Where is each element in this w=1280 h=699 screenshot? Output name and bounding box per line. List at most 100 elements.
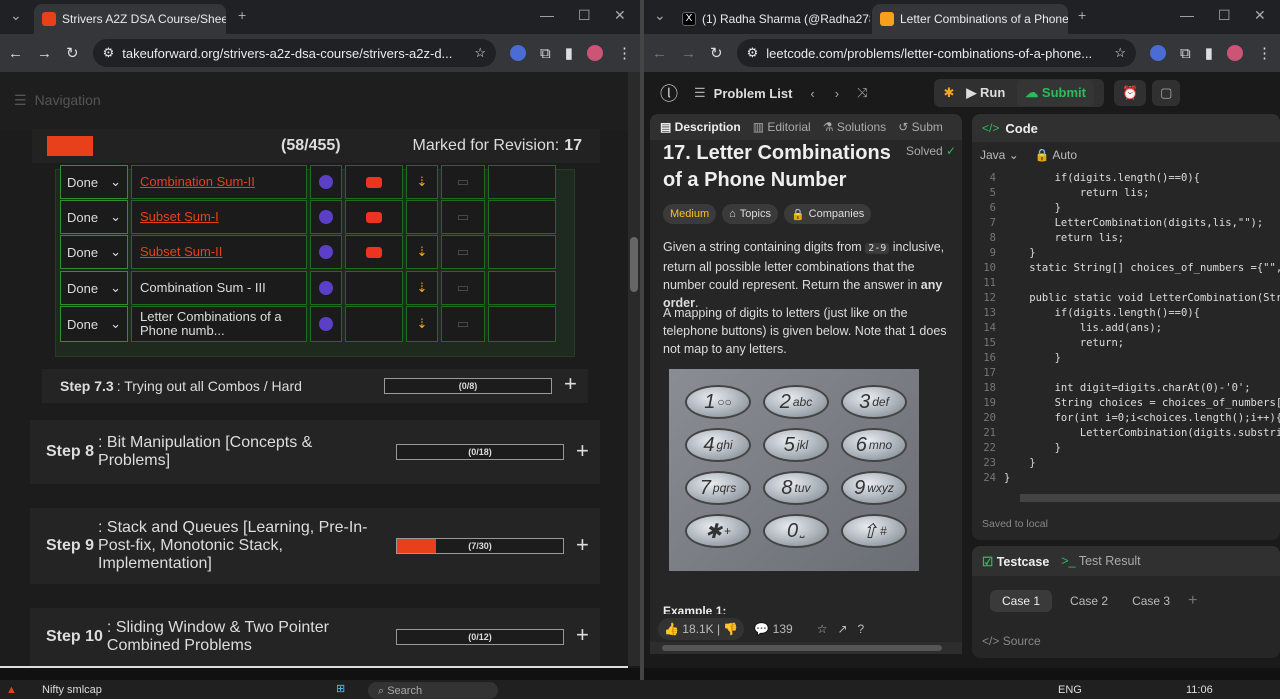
article-link[interactable] [310,165,342,199]
language-select[interactable]: Java ⌄ [980,148,1019,162]
tab-submissions[interactable]: ↺ Subm [898,120,943,134]
new-tab-icon[interactable]: + [1078,7,1086,23]
forward-icon[interactable]: → [681,45,696,62]
debug-icon[interactable]: ✱ [944,85,955,101]
minimize-icon[interactable]: — [1180,7,1194,23]
extensions-puzzle-icon[interactable]: ⧉ [1180,45,1191,62]
notes-icon[interactable]: ▢ [1152,80,1181,106]
next-problem-icon[interactable]: › [835,86,839,101]
tab-search-icon[interactable]: ⌄ [10,7,22,24]
tab-test-result[interactable]: >_ Test Result [1061,554,1140,568]
windows-start-icon[interactable]: ⊞ [336,682,345,695]
revision-cell[interactable] [488,306,556,342]
status-select[interactable]: Done ⌄ [60,235,128,269]
revision-cell[interactable] [488,271,556,305]
timer-icon[interactable]: ⏰ [1113,80,1147,106]
tab-testcase[interactable]: ☑ Testcase [982,554,1049,569]
source-link[interactable]: </> Source [982,634,1041,648]
stock-widget[interactable]: Nifty smlcap [42,684,102,696]
scroll-thumb[interactable] [630,237,638,292]
tab-leetcode[interactable]: Letter Combinations of a Phone ✕ [872,4,1068,34]
shuffle-icon[interactable]: ⤨ [857,85,867,101]
maximize-icon[interactable]: ☐ [1218,7,1231,24]
url-field[interactable]: ⚙ leetcode.com/problems/letter-combinati… [736,39,1137,67]
run-button[interactable]: ▶ Run [966,85,1005,101]
article-link[interactable] [310,200,342,234]
note-cell[interactable]: ▭ [441,306,485,342]
back-icon[interactable]: ← [652,45,667,62]
step-9[interactable]: Step 9 : Stack and Queues [Learning, Pre… [30,508,600,584]
note-cell[interactable]: ▭ [441,271,485,305]
maximize-icon[interactable]: ☐ [578,7,591,24]
h-scroll-thumb[interactable] [662,645,942,651]
back-icon[interactable]: ← [8,45,23,62]
status-select[interactable]: Done ⌄ [60,271,128,305]
youtube-link[interactable] [345,200,403,234]
practice-link[interactable]: ⇣ [406,306,438,342]
practice-link[interactable] [406,200,438,234]
side-panel-icon[interactable]: ▮ [1205,44,1213,62]
close-window-icon[interactable]: ✕ [1254,7,1266,24]
topics-badge[interactable]: ⌂ Topics [722,204,778,224]
youtube-link[interactable] [345,165,403,199]
tab-twitter[interactable]: X (1) Radha Sharma (@Radha278 ✕ [674,4,870,34]
note-cell[interactable]: ▭ [441,165,485,199]
menu-kebab-icon[interactable]: ⋮ [617,44,632,62]
extension-icon[interactable] [510,45,527,61]
article-link[interactable] [310,306,342,342]
menu-kebab-icon[interactable]: ⋮ [1257,44,1272,62]
comments-button[interactable]: 💬 139 [754,622,792,636]
minimize-icon[interactable]: — [540,7,554,23]
like-button[interactable]: 👍 18.1K | 👎 [658,618,745,640]
profile-avatar[interactable] [587,45,603,61]
vertical-scrollbar[interactable] [628,72,640,666]
leetcode-logo-icon[interactable]: ⓛ [660,80,678,106]
expand-plus-icon[interactable]: + [576,532,589,558]
site-info-icon[interactable]: ⚙ [747,45,759,61]
bookmark-star-icon[interactable]: ☆ [474,45,486,61]
submit-button[interactable]: ☁ Submit [1017,80,1094,106]
status-select[interactable]: Done ⌄ [60,306,128,342]
practice-link[interactable]: ⇣ [406,271,438,305]
expand-plus-icon[interactable]: + [576,438,589,464]
problem-list-link[interactable]: Problem List [714,86,793,101]
revision-cell[interactable] [488,200,556,234]
problem-name[interactable]: Subset Sum-I [131,200,307,234]
article-link[interactable] [310,271,342,305]
case-1-tab[interactable]: Case 1 [990,590,1053,612]
code-h-scrollbar[interactable] [1020,494,1280,502]
desc-h-scrollbar[interactable] [650,642,962,654]
status-select[interactable]: Done ⌄ [60,200,128,234]
extension-icon[interactable] [1150,45,1167,61]
problem-name[interactable]: Subset Sum-II [131,235,307,269]
tab-search-icon[interactable]: ⌄ [654,7,666,24]
revision-cell[interactable] [488,165,556,199]
language-indicator[interactable]: ENG [1058,684,1082,696]
case-2-tab[interactable]: Case 2 [1064,590,1114,612]
expand-plus-icon[interactable]: + [564,371,577,397]
case-3-tab[interactable]: Case 3 [1126,590,1176,612]
youtube-link[interactable] [345,235,403,269]
favorite-star-icon[interactable]: ☆ [817,622,828,636]
article-link[interactable] [310,235,342,269]
site-info-icon[interactable]: ⚙ [103,45,115,61]
tab-description[interactable]: ▤ Description [660,120,741,134]
add-case-icon[interactable]: + [1188,590,1197,612]
step-7-3[interactable]: Step 7.3 : Trying out all Combos / Hard … [42,369,588,403]
tab-solutions[interactable]: ⚗ Solutions [823,120,886,134]
prev-problem-icon[interactable]: ‹ [810,86,814,101]
help-icon[interactable]: ? [858,622,865,636]
auto-indicator[interactable]: 🔒 Auto [1035,148,1077,162]
horizontal-scrollbar[interactable] [0,666,628,668]
practice-link[interactable]: ⇣ [406,165,438,199]
tab-strivers[interactable]: Strivers A2Z DSA Course/Sheet ✕ [34,4,226,34]
extensions-puzzle-icon[interactable]: ⧉ [540,45,551,62]
revision-cell[interactable] [488,235,556,269]
reload-icon[interactable]: ↻ [710,44,723,62]
clock[interactable]: 11:06 [1186,684,1213,696]
expand-plus-icon[interactable]: + [576,622,589,648]
problem-name[interactable]: Combination Sum-II [131,165,307,199]
new-tab-icon[interactable]: + [238,7,246,23]
side-panel-icon[interactable]: ▮ [565,44,573,62]
bookmark-star-icon[interactable]: ☆ [1114,45,1126,61]
